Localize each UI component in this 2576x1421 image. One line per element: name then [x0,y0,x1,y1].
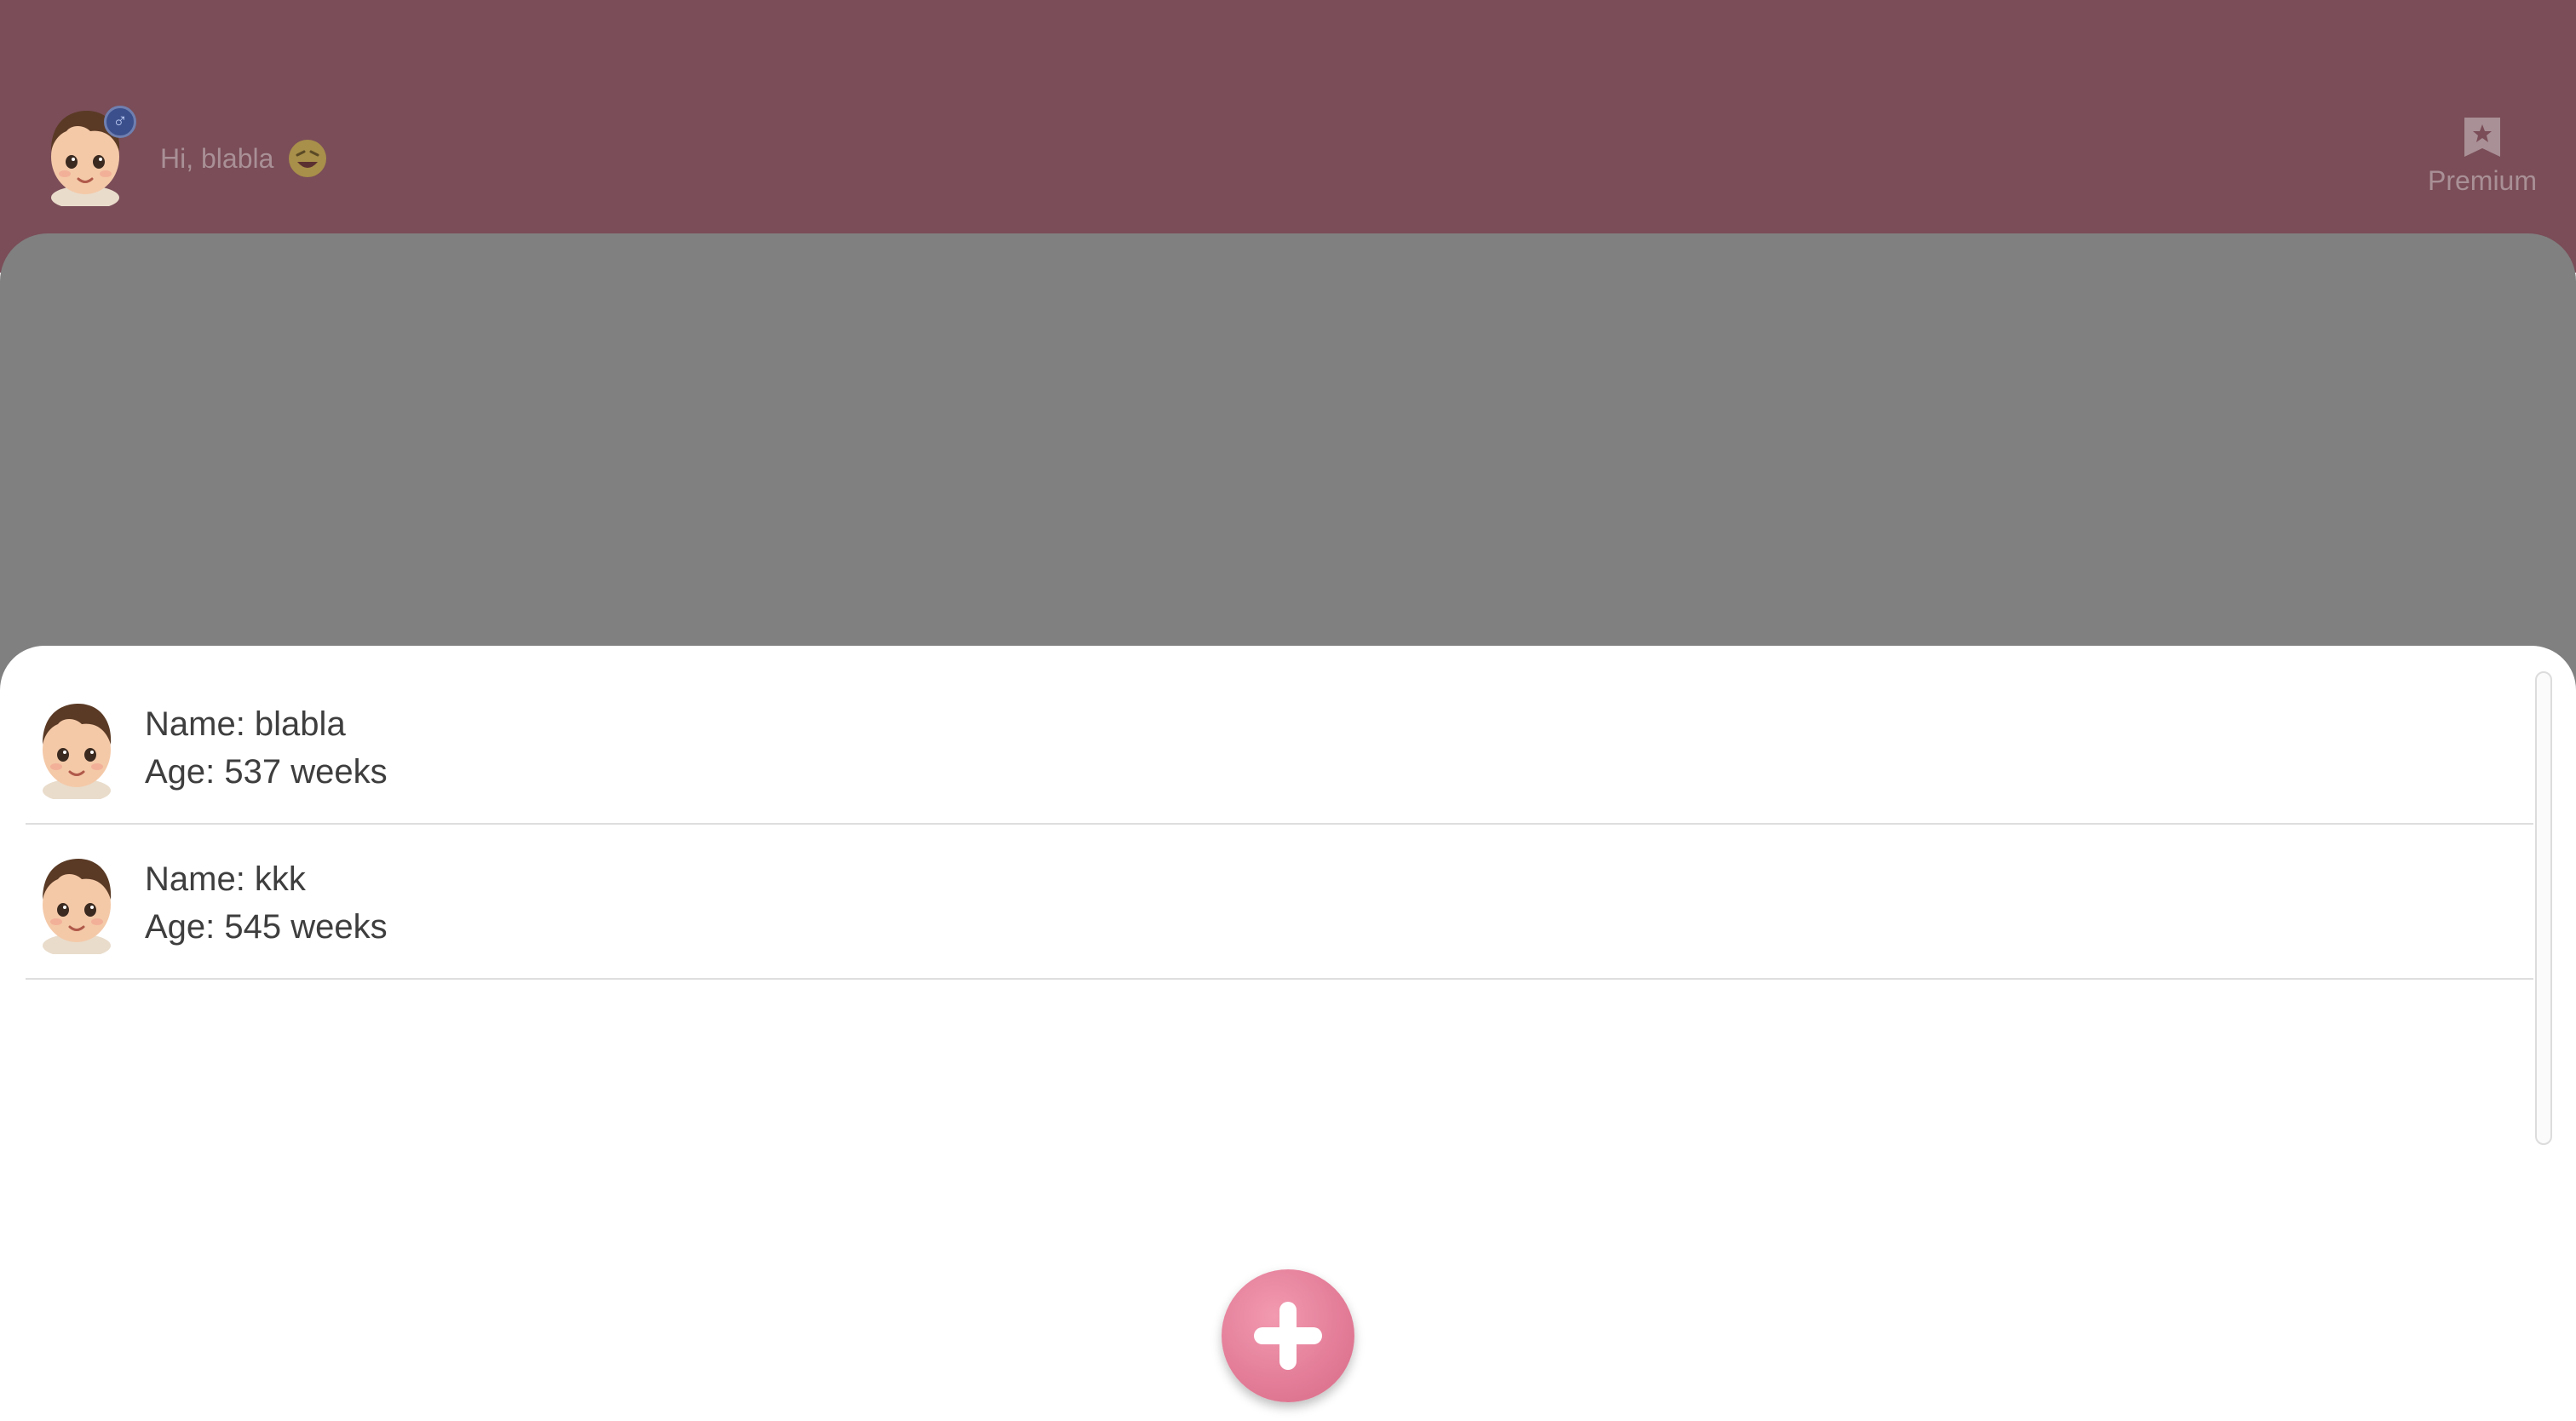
greeting-text: Hi, blabla [160,142,274,174]
user-avatar[interactable]: ♂ [44,106,136,206]
greeting: Hi, blabla [160,136,330,181]
child-name: Name: blabla [145,705,346,743]
add-child-button[interactable] [1222,1269,1354,1402]
bookmark-star-icon [2464,118,2500,157]
list-item[interactable]: Name: blabla Age: 537 weeks [26,670,2533,825]
premium-label: Premium [2427,165,2537,196]
baby-avatar-icon [37,854,116,954]
scrollbar[interactable] [2535,671,2552,1145]
laughing-emoji-icon [289,140,327,177]
child-name: Name: kkk [145,860,306,898]
baby-avatar-icon [37,699,116,799]
header-bar: ♂ Hi, blabla Premium [0,0,2576,273]
child-age: Age: 545 weeks [145,908,388,946]
premium-button[interactable]: Premium [2423,114,2542,197]
list-item[interactable]: Name: kkk Age: 545 weeks [26,825,2533,980]
child-age: Age: 537 weeks [145,753,388,791]
child-info: Name: kkk Age: 545 weeks [145,855,388,951]
child-info: Name: blabla Age: 537 weeks [145,700,388,796]
gender-badge: ♂ [104,106,136,138]
child-list: Name: blabla Age: 537 weeks Name: kkk Ag… [26,670,2533,980]
